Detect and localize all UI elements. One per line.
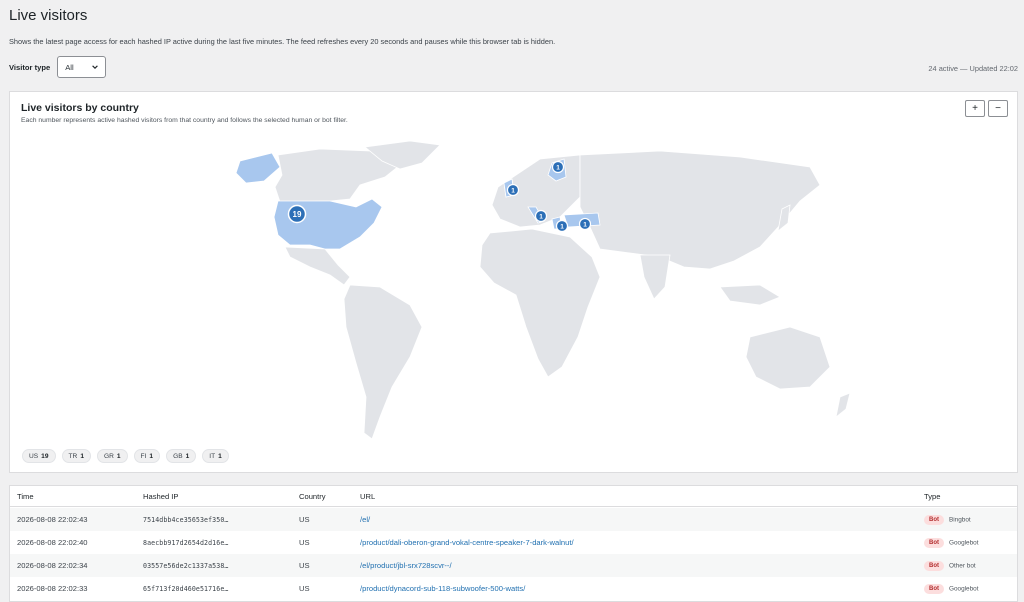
live-status: 24 active — Updated 22:02: [928, 64, 1018, 73]
cell-country: US: [299, 515, 310, 524]
visitor-type-label: Visitor type: [9, 62, 51, 72]
country-new-zealand: [835, 392, 851, 418]
bot-badge: Bot: [924, 538, 944, 548]
marker-gb[interactable]: 1: [506, 183, 520, 197]
chip-gb[interactable]: GB 1: [166, 449, 197, 463]
chip-fi[interactable]: FI 1: [133, 449, 161, 463]
marker-fi[interactable]: 1: [551, 160, 565, 174]
bot-badge: Bot: [924, 561, 944, 571]
land-masses: [274, 140, 851, 440]
marker-us[interactable]: 19: [287, 204, 307, 224]
header-type[interactable]: Type: [924, 492, 940, 501]
bot-name: Bingbot: [949, 516, 971, 524]
cell-url-link[interactable]: /product/dynacord-sub-118-subwoofer-500-…: [360, 584, 525, 593]
header-hashed-ip[interactable]: Hashed IP: [143, 492, 178, 501]
country-usa: [273, 198, 383, 250]
cell-type: Bot Other bot: [924, 561, 976, 571]
cell-url-link[interactable]: /el/: [360, 515, 370, 524]
bot-badge: Bot: [924, 515, 944, 525]
zoom-in-button[interactable]: +: [965, 100, 985, 117]
bot-badge: Bot: [924, 584, 944, 594]
visitors-table: Time Hashed IP Country URL Type 2026-08-…: [9, 485, 1018, 602]
header-time[interactable]: Time: [17, 492, 34, 501]
continent-south-america: [343, 284, 423, 440]
cell-url-link[interactable]: /el/product/jbl-srx728scvr--/: [360, 561, 452, 570]
svg-text:1: 1: [560, 224, 564, 231]
header-url[interactable]: URL: [360, 492, 375, 501]
cell-time: 2026-08-08 22:02:33: [17, 584, 88, 593]
visitor-type-select[interactable]: All: [57, 56, 107, 78]
world-map[interactable]: 19 1 1 1 1 1: [160, 137, 880, 457]
table-row: 2026-08-08 22:02:40 8aecbb917d2654d2d16e…: [10, 531, 1017, 554]
cell-type: Bot Googlebot: [924, 538, 979, 548]
country-australia: [745, 326, 831, 390]
cell-country: US: [299, 561, 310, 570]
chip-gr[interactable]: GR 1: [96, 449, 128, 463]
region-southeast-asia: [719, 284, 781, 306]
bot-name: Googlebot: [949, 539, 979, 547]
visitor-type-filter: Visitor type All: [9, 56, 107, 78]
cell-hashed-ip: 8aecbb917d2654d2d16e…: [143, 539, 229, 547]
cell-type: Bot Googlebot: [924, 584, 979, 594]
table-row: 2026-08-08 22:02:34 03557e56de2c1337a538…: [10, 554, 1017, 577]
svg-text:1: 1: [539, 214, 543, 221]
zoom-out-button[interactable]: −: [988, 100, 1008, 117]
map-card: Live visitors by country Each number rep…: [9, 91, 1018, 473]
map-subtitle: Each number represents active hashed vis…: [21, 117, 348, 124]
chip-us[interactable]: US 19: [22, 449, 56, 463]
country-mexico: [284, 246, 351, 286]
map-title: Live visitors by country: [21, 102, 139, 114]
cell-type: Bot Bingbot: [924, 515, 971, 525]
bot-name: Other bot: [949, 562, 976, 570]
marker-it[interactable]: 1: [534, 209, 548, 223]
cell-hashed-ip: 65f713f20d460e51716e…: [143, 585, 229, 593]
region-alaska: [235, 152, 281, 184]
table-row: 2026-08-08 22:02:33 65f713f20d460e51716e…: [10, 577, 1017, 600]
cell-time: 2026-08-08 22:02:43: [17, 515, 88, 524]
svg-text:1: 1: [583, 222, 587, 229]
page-title: Live visitors: [9, 7, 88, 24]
cell-hashed-ip: 7514dbb4ce35653ef350…: [143, 516, 229, 524]
header-country[interactable]: Country: [299, 492, 326, 501]
cell-country: US: [299, 584, 310, 593]
cell-time: 2026-08-08 22:02:40: [17, 538, 88, 547]
continent-africa: [479, 228, 601, 378]
svg-text:19: 19: [293, 210, 302, 219]
cell-url-link[interactable]: /product/dali-oberon-grand-vokal-centre-…: [360, 538, 574, 547]
svg-text:1: 1: [556, 165, 560, 172]
visitor-type-value: All: [65, 62, 74, 72]
cell-country: US: [299, 538, 310, 547]
svg-text:1: 1: [511, 188, 515, 195]
table-row: 2026-08-08 22:02:43 7514dbb4ce35653ef350…: [10, 508, 1017, 531]
marker-gr[interactable]: 1: [555, 219, 569, 233]
country-chips: US 19 TR 1 GR 1 FI 1 GB 1 IT 1: [22, 449, 229, 463]
cell-time: 2026-08-08 22:02:34: [17, 561, 88, 570]
chevron-down-icon: [92, 65, 99, 69]
chip-it[interactable]: IT 1: [202, 449, 229, 463]
table-header: Time Hashed IP Country URL Type: [10, 486, 1017, 507]
page-description: Shows the latest page access for each ha…: [9, 37, 556, 46]
cell-hashed-ip: 03557e56de2c1337a538…: [143, 562, 229, 570]
bot-name: Googlebot: [949, 585, 979, 593]
marker-tr[interactable]: 1: [578, 217, 592, 231]
country-india: [639, 254, 671, 300]
chip-tr[interactable]: TR 1: [61, 449, 91, 463]
